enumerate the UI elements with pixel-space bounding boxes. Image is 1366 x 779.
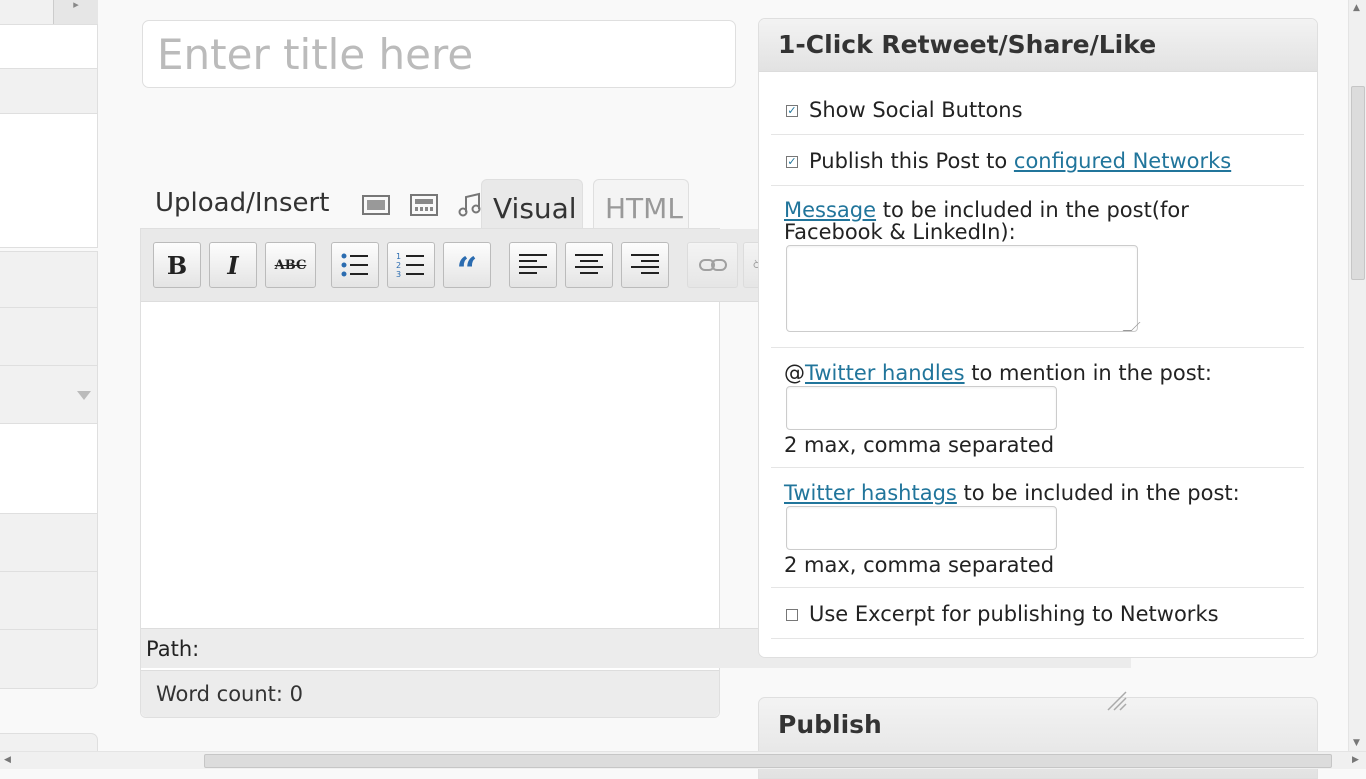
twitter-at-sign: @ [784, 361, 805, 385]
publish-networks-prefix: Publish this Post to [809, 149, 1014, 173]
twitter-handles-row: @Twitter handles to mention in the post:… [771, 348, 1304, 468]
italic-icon: I [227, 250, 239, 280]
numbered-list-icon: 123 [396, 252, 424, 279]
publish-networks-row: ✓ Publish this Post to configured Networ… [771, 135, 1304, 186]
strikethrough-icon: ABC [274, 257, 307, 273]
align-left-icon [519, 254, 547, 274]
show-social-buttons-label: Show Social Buttons [809, 98, 1023, 122]
italic-button[interactable]: I [209, 242, 257, 288]
svg-text:3: 3 [396, 270, 401, 279]
align-right-icon [631, 254, 659, 274]
message-label-line2: Facebook & LinkedIn): [784, 220, 1016, 244]
social-share-box: 1-Click Retweet/Share/Like ✓ Show Social… [758, 18, 1318, 658]
menu-item[interactable] [0, 24, 98, 70]
twitter-hashtags-label: Twitter hashtags to be included in the p… [784, 481, 1240, 505]
use-excerpt-checkbox[interactable] [786, 609, 798, 621]
bold-icon: B [166, 250, 188, 280]
menu-item[interactable] [0, 629, 98, 689]
menu-item[interactable] [0, 251, 98, 309]
vertical-scrollbar[interactable]: ▲ ▼ [1348, 0, 1366, 751]
message-row: Message to be included in the post(for F… [771, 186, 1304, 348]
social-box-title[interactable]: 1-Click Retweet/Share/Like [759, 19, 1317, 72]
horizontal-scroll-thumb[interactable] [204, 754, 1332, 768]
link-icon [698, 259, 727, 271]
svg-text:1: 1 [396, 252, 401, 261]
menu-item[interactable] [0, 68, 98, 115]
svg-text:2: 2 [396, 261, 401, 270]
menu-item-expandable[interactable] [0, 365, 98, 425]
scroll-right-icon[interactable]: ▶ [1352, 755, 1359, 765]
message-label: Message to be included in the post(for F… [784, 199, 1189, 243]
twitter-hashtags-row: Twitter hashtags to be included in the p… [771, 468, 1304, 588]
gallery-icon[interactable] [410, 193, 438, 217]
post-editor: B I ABC 123 “ Path: Word count: 0 [140, 228, 1131, 718]
horizontal-scrollbar[interactable]: ◀ ▶ [0, 751, 1366, 769]
menu-submenu[interactable] [0, 113, 98, 248]
twitter-handles-hint: 2 max, comma separated [784, 433, 1055, 457]
twitter-hashtags-input[interactable] [786, 506, 1057, 550]
twitter-hashtags-hint: 2 max, comma separated [784, 553, 1055, 577]
menu-item[interactable] [0, 571, 98, 631]
scroll-down-icon[interactable]: ▼ [1353, 738, 1360, 748]
scroll-up-icon[interactable]: ▲ [1353, 3, 1360, 13]
configured-networks-link[interactable]: configured Networks [1014, 149, 1231, 173]
show-social-buttons-checkbox[interactable]: ✓ [786, 105, 798, 117]
publish-box-title[interactable]: Publish [778, 710, 882, 739]
align-center-button[interactable] [565, 242, 613, 288]
collapse-menu-icon[interactable]: ▸ [53, 0, 98, 24]
publish-networks-checkbox[interactable]: ✓ [786, 156, 798, 168]
message-link[interactable]: Message [784, 198, 876, 222]
tab-html[interactable]: HTML [593, 179, 689, 229]
menu-submenu[interactable] [0, 423, 98, 515]
scroll-left-icon[interactable]: ◀ [4, 755, 11, 765]
editor-toolbar: B I ABC 123 “ [141, 229, 767, 302]
twitter-handles-label: @Twitter handles to mention in the post: [784, 361, 1212, 385]
bold-button[interactable]: B [153, 242, 201, 288]
audio-icon[interactable] [456, 192, 484, 217]
twitter-hashtags-suffix: to be included in the post: [956, 481, 1240, 505]
insert-link-button[interactable] [687, 242, 738, 288]
message-textarea[interactable] [786, 245, 1138, 332]
blockquote-button[interactable]: “ [443, 242, 491, 292]
menu-item[interactable] [0, 307, 98, 367]
tab-visual[interactable]: Visual [481, 179, 583, 229]
twitter-handles-link[interactable]: Twitter handles [805, 361, 965, 385]
bullet-list-icon [341, 253, 368, 277]
editor-content-area[interactable] [141, 302, 719, 628]
word-count: Word count: 0 [141, 670, 719, 717]
twitter-handles-suffix: to mention in the post: [964, 361, 1212, 385]
publish-networks-label: Publish this Post to configured Networks [809, 149, 1231, 173]
align-left-button[interactable] [509, 242, 557, 288]
show-social-buttons-row: ✓ Show Social Buttons [771, 72, 1304, 135]
resize-grip-icon[interactable] [1106, 690, 1128, 712]
image-icon[interactable] [362, 193, 390, 217]
menu-item[interactable] [0, 513, 98, 573]
quote-icon: “ [456, 250, 478, 292]
align-right-button[interactable] [621, 242, 669, 288]
use-excerpt-row: Use Excerpt for publishing to Networks [771, 588, 1304, 639]
admin-menu: ▸ [0, 0, 98, 768]
use-excerpt-label: Use Excerpt for publishing to Networks [809, 602, 1219, 626]
twitter-handles-input[interactable] [786, 386, 1057, 430]
message-label-line1: to be included in the post(for [876, 198, 1189, 222]
unordered-list-button[interactable] [331, 242, 379, 288]
align-center-icon [575, 254, 603, 274]
strikethrough-button[interactable]: ABC [265, 242, 316, 288]
vertical-scroll-thumb[interactable] [1351, 86, 1365, 280]
post-title-input[interactable] [142, 20, 736, 88]
twitter-hashtags-link[interactable]: Twitter hashtags [784, 481, 957, 505]
upload-insert-label: Upload/Insert [155, 188, 330, 218]
ordered-list-button[interactable]: 123 [387, 242, 435, 288]
chevron-down-icon [77, 391, 91, 400]
